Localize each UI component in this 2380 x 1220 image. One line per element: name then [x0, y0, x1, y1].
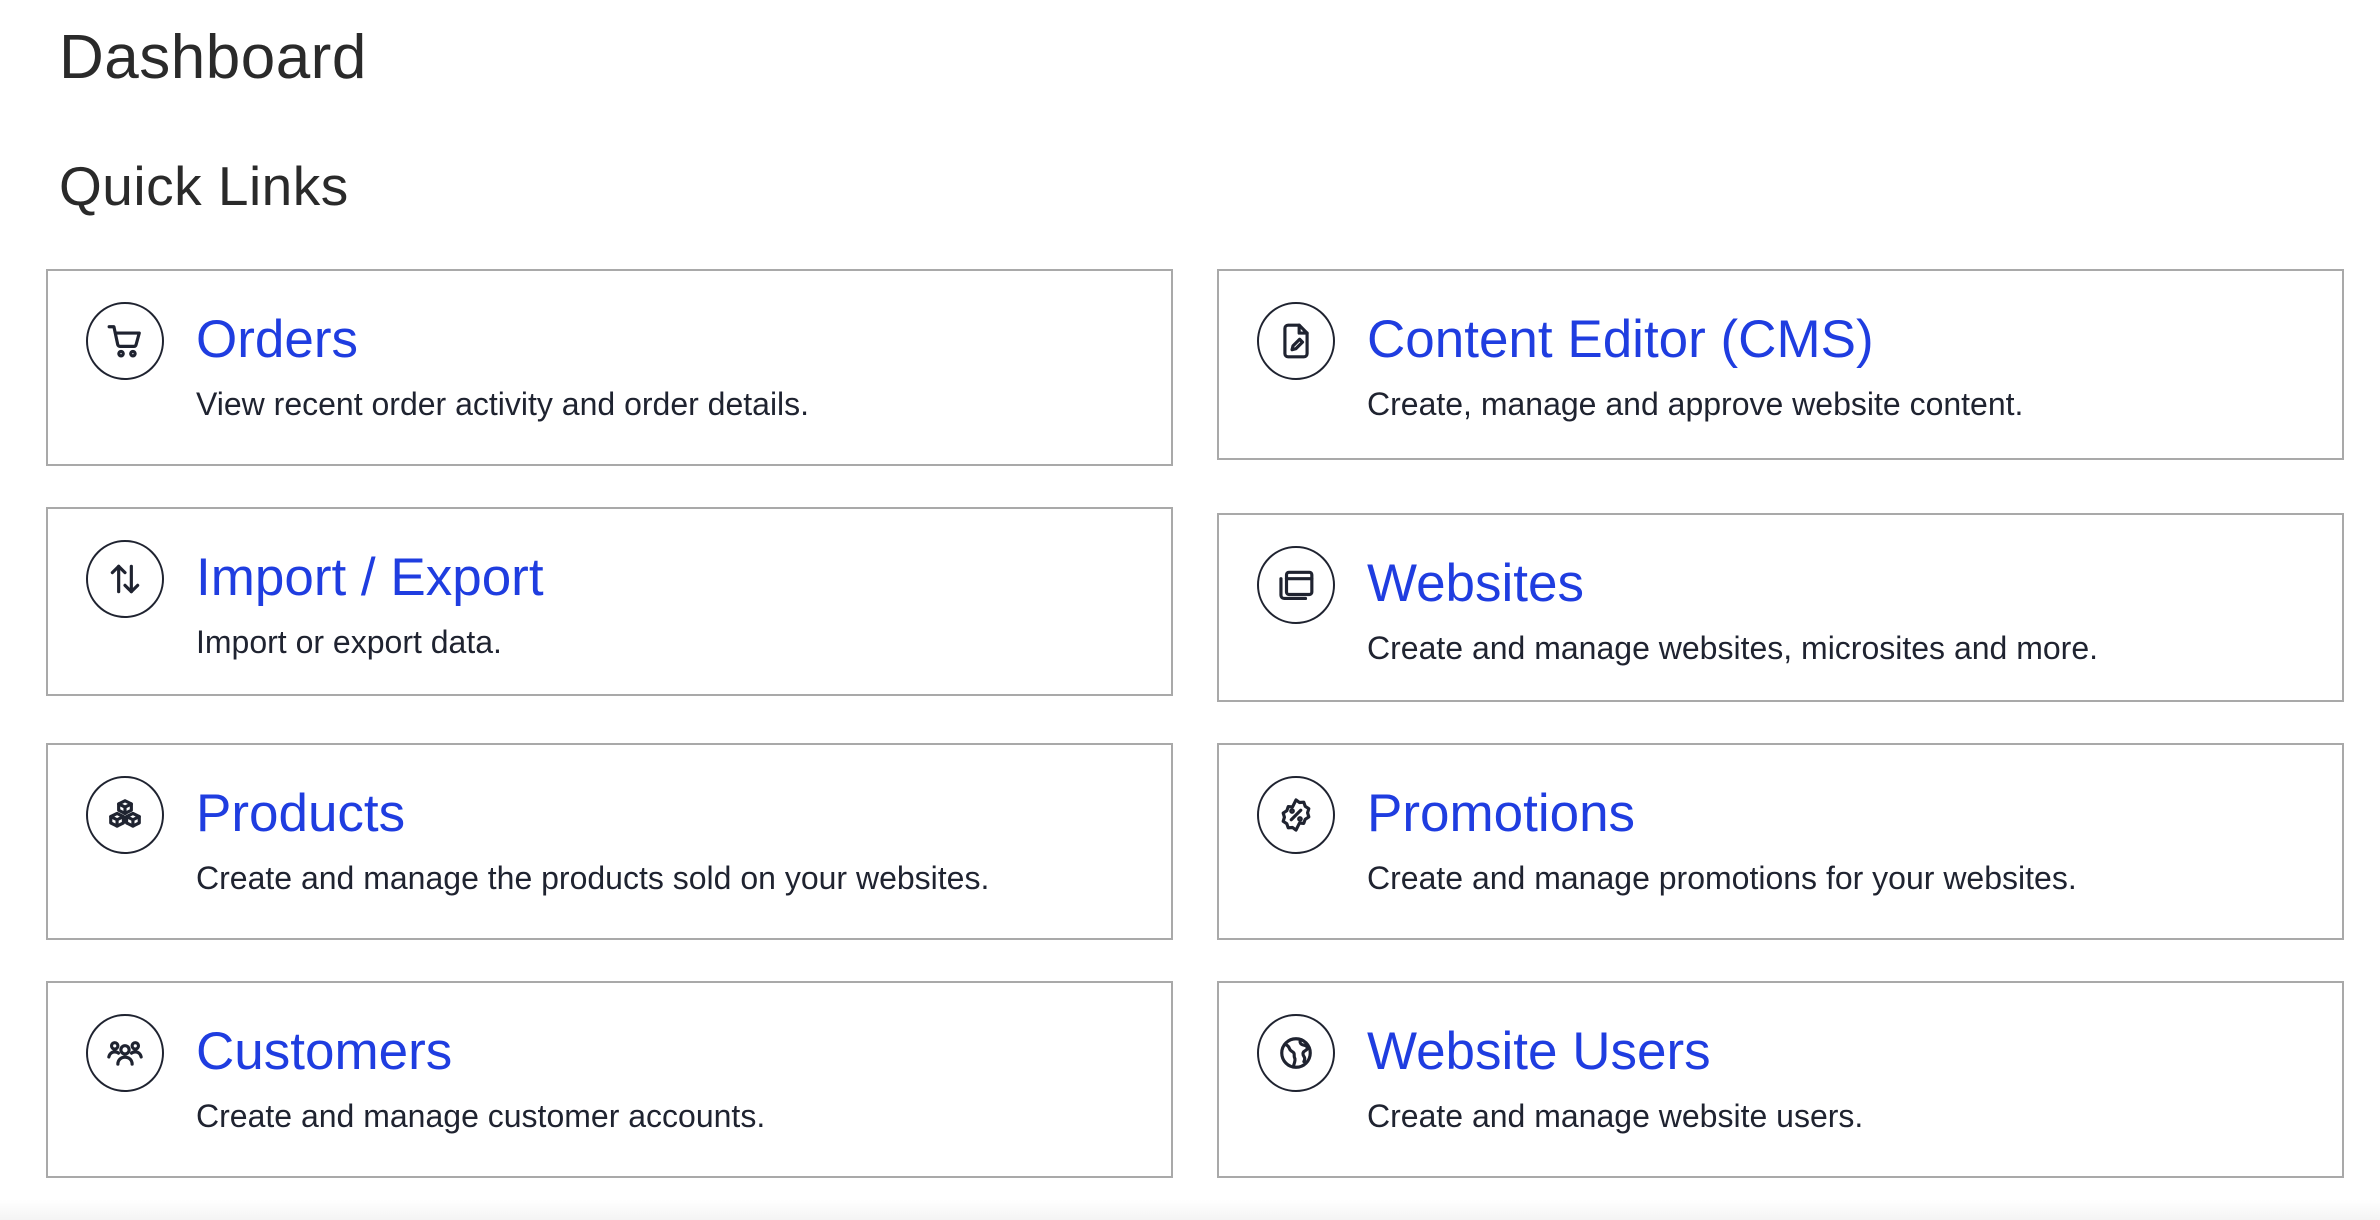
up-down-arrows-icon — [86, 540, 164, 618]
quick-link-title[interactable]: Import / Export — [196, 547, 544, 609]
quick-link-websites[interactable]: Websites Create and manage websites, mic… — [1217, 513, 2344, 702]
quick-link-promotions[interactable]: Promotions Create and manage promotions … — [1217, 743, 2344, 940]
document-edit-icon — [1257, 302, 1335, 380]
quick-link-content-editor[interactable]: Content Editor (CMS) Create, manage and … — [1217, 269, 2344, 460]
quick-link-title[interactable]: Products — [196, 783, 405, 845]
people-group-icon — [86, 1014, 164, 1092]
quick-link-import-export[interactable]: Import / Export Import or export data. — [46, 507, 1173, 696]
globe-icon — [1257, 1014, 1335, 1092]
quick-link-description: Create and manage customer accounts. — [196, 1098, 766, 1134]
quick-links-heading: Quick Links — [59, 155, 349, 217]
quick-link-description: Create and manage websites, microsites a… — [1367, 630, 2099, 666]
quick-link-orders[interactable]: Orders View recent order activity and or… — [46, 269, 1173, 466]
quick-link-products[interactable]: Products Create and manage the products … — [46, 743, 1173, 940]
quick-link-description: Import or export data. — [196, 624, 502, 660]
quick-link-description: Create and manage the products sold on y… — [196, 860, 990, 896]
quick-link-description: View recent order activity and order det… — [196, 386, 810, 422]
quick-link-description: Create and manage promotions for your we… — [1367, 860, 2077, 896]
discount-badge-icon — [1257, 776, 1335, 854]
quick-link-title[interactable]: Orders — [196, 309, 358, 371]
quick-link-title[interactable]: Promotions — [1367, 783, 1635, 845]
quick-link-description: Create and manage website users. — [1367, 1098, 1864, 1134]
page-bottom-edge — [0, 1200, 2380, 1220]
quick-link-title[interactable]: Content Editor (CMS) — [1367, 309, 1874, 371]
boxes-icon — [86, 776, 164, 854]
dashboard-page: Dashboard Quick Links Orders View recent… — [0, 0, 2380, 1220]
quick-link-title[interactable]: Customers — [196, 1021, 452, 1083]
quick-link-title[interactable]: Website Users — [1367, 1021, 1711, 1083]
quick-link-website-users[interactable]: Website Users Create and manage website … — [1217, 981, 2344, 1178]
quick-link-title[interactable]: Websites — [1367, 553, 1584, 615]
quick-link-description: Create, manage and approve website conte… — [1367, 386, 2024, 422]
quick-link-customers[interactable]: Customers Create and manage customer acc… — [46, 981, 1173, 1178]
page-title: Dashboard — [59, 23, 367, 92]
cart-icon — [86, 302, 164, 380]
quick-links-grid: Orders View recent order activity and or… — [46, 269, 2344, 1178]
browser-windows-icon — [1257, 546, 1335, 624]
